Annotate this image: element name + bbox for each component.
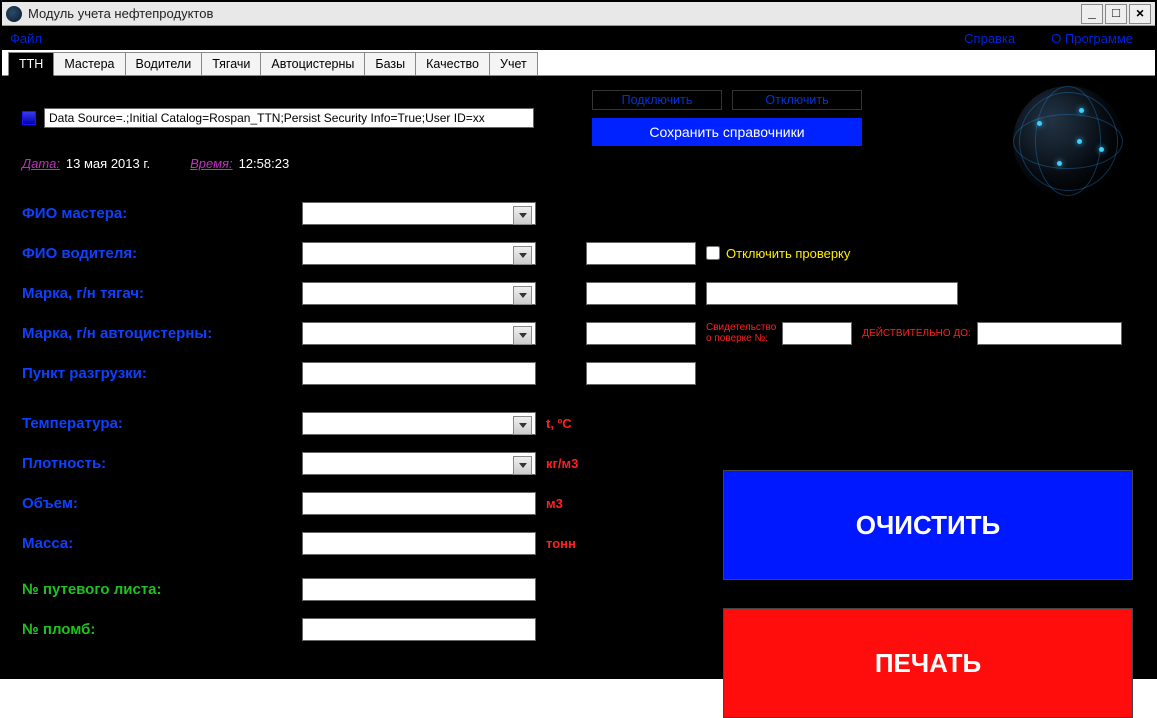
svidetelstvo-label: Свидетельство о поверке №: (706, 322, 776, 344)
combo-master[interactable] (302, 202, 536, 225)
unload-input-2[interactable] (586, 362, 696, 385)
label-seals: № пломб: (22, 621, 302, 638)
label-density: Плотность: (22, 455, 302, 472)
content-area: Подключить Отключить Сохранить справочни… (2, 76, 1155, 677)
label-tanker: Марка, г/н автоцистерны: (22, 325, 302, 342)
date-label: Дата: (22, 156, 60, 171)
connect-button[interactable]: Подключить (592, 90, 722, 110)
combo-driver[interactable] (302, 242, 536, 265)
titlebar: Модуль учета нефтепродуктов _ □ ✕ (2, 2, 1155, 26)
menu-help[interactable]: Справка (964, 31, 1015, 46)
tab-quality[interactable]: Качество (415, 52, 490, 75)
label-mass: Масса: (22, 535, 302, 552)
clear-button[interactable]: ОЧИСТИТЬ (723, 470, 1133, 580)
valid-until-label: ДЕЙСТВИТЕЛЬНО ДО: (862, 328, 971, 339)
tab-tractors[interactable]: Тягачи (201, 52, 261, 75)
volume-input[interactable] (302, 492, 536, 515)
tab-tankers[interactable]: Автоцистерны (260, 52, 365, 75)
label-unload: Пункт разгрузки: (22, 365, 302, 382)
label-driver: ФИО водителя: (22, 245, 302, 262)
tab-drivers[interactable]: Водители (125, 52, 203, 75)
driver-extra-input[interactable] (586, 242, 696, 265)
label-volume: Объем: (22, 495, 302, 512)
menu-file[interactable]: Файл (10, 31, 42, 46)
datasource-input[interactable] (44, 108, 534, 128)
disable-check-checkbox[interactable] (706, 246, 720, 260)
valid-until-input[interactable] (977, 322, 1122, 345)
unit-temp: t, ºC (546, 416, 572, 431)
tabstrip: ТТН Мастера Водители Тягачи Автоцистерны… (2, 50, 1155, 76)
tractor-extra-1[interactable] (586, 282, 696, 305)
close-button[interactable]: ✕ (1129, 4, 1151, 24)
disconnect-button[interactable]: Отключить (732, 90, 862, 110)
label-waybill: № путевого листа: (22, 581, 302, 598)
label-master: ФИО мастера: (22, 205, 302, 222)
datasource-icon[interactable] (22, 111, 36, 125)
maximize-button[interactable]: □ (1105, 4, 1127, 24)
tab-masters[interactable]: Мастера (53, 52, 125, 75)
tractor-extra-2[interactable] (706, 282, 958, 305)
menu-about[interactable]: О Программе (1051, 31, 1133, 46)
app-icon (6, 6, 22, 22)
unload-input-1[interactable] (302, 362, 536, 385)
unit-volume: м3 (546, 496, 563, 511)
svidetelstvo-input[interactable] (782, 322, 852, 345)
window-title: Модуль учета нефтепродуктов (28, 6, 1081, 21)
combo-tractor[interactable] (302, 282, 536, 305)
save-references-button[interactable]: Сохранить справочники (592, 118, 862, 146)
combo-tanker[interactable] (302, 322, 536, 345)
label-temp: Температура: (22, 415, 302, 432)
logo-sphere (1013, 86, 1123, 196)
menubar: Файл Справка О Программе (2, 26, 1155, 50)
unit-mass: тонн (546, 536, 576, 551)
mass-input[interactable] (302, 532, 536, 555)
label-tractor: Марка, г/н тягач: (22, 285, 302, 302)
seals-input[interactable] (302, 618, 536, 641)
combo-density[interactable] (302, 452, 536, 475)
tab-ttn[interactable]: ТТН (8, 52, 54, 76)
minimize-button[interactable]: _ (1081, 4, 1103, 24)
tab-bases[interactable]: Базы (364, 52, 416, 75)
date-value: 13 мая 2013 г. (66, 156, 150, 171)
print-button[interactable]: ПЕЧАТЬ (723, 608, 1133, 718)
tab-accounting[interactable]: Учет (489, 52, 538, 75)
time-value: 12:58:23 (239, 156, 290, 171)
waybill-input[interactable] (302, 578, 536, 601)
unit-density: кг/м3 (546, 456, 578, 471)
time-label: Время: (190, 156, 232, 171)
combo-temp[interactable] (302, 412, 536, 435)
tanker-extra-1[interactable] (586, 322, 696, 345)
disable-check-label: Отключить проверку (726, 246, 850, 261)
